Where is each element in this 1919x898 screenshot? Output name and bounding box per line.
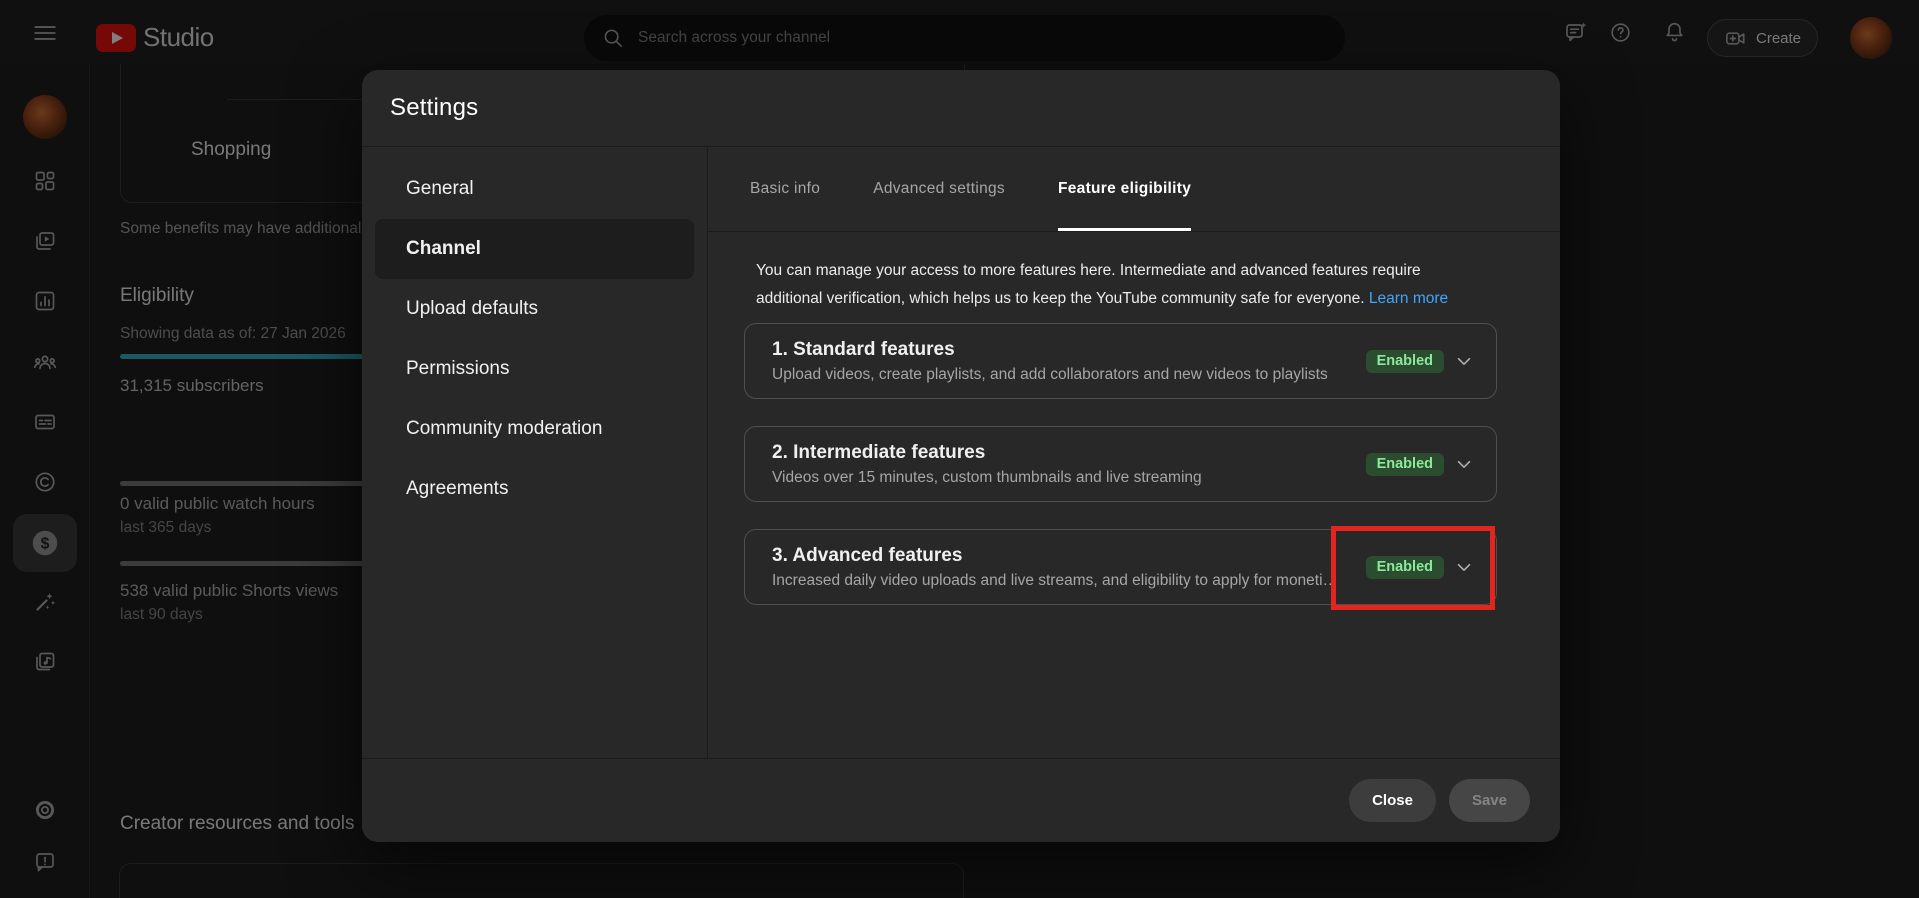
feature-text: 3. Advanced features Increased daily vid…	[772, 545, 1366, 590]
tab-feature-eligibility[interactable]: Feature eligibility	[1057, 147, 1192, 231]
close-button[interactable]: Close	[1349, 779, 1436, 822]
feature-subtitle: Increased daily video uploads and live s…	[772, 571, 1339, 589]
tab-basic-info[interactable]: Basic info	[750, 147, 820, 231]
learn-more-link[interactable]: Learn more	[1369, 290, 1448, 307]
dialog-title: Settings	[390, 94, 479, 121]
nav-item-general[interactable]: General	[375, 159, 694, 219]
feature-eligibility-panel: You can manage your access to more featu…	[708, 232, 1560, 610]
channel-settings-tabs: Basic info Advanced settings Feature eli…	[708, 147, 1560, 232]
status-badge: Enabled	[1365, 452, 1444, 476]
dialog-footer: Close Save	[362, 758, 1560, 842]
save-button[interactable]: Save	[1448, 779, 1530, 822]
tab-advanced-settings[interactable]: Advanced settings	[873, 147, 1005, 231]
youtube-studio-app: Studio Search across your channel Create	[0, 0, 1919, 898]
nav-item-permissions[interactable]: Permissions	[375, 339, 694, 399]
standard-features-row[interactable]: 1. Standard features Upload videos, crea…	[744, 323, 1497, 399]
feature-title: 2. Intermediate features	[772, 441, 986, 463]
feature-eligibility-description: You can manage your access to more featu…	[756, 257, 1468, 313]
chevron-down-icon[interactable]	[1453, 556, 1475, 578]
description-text: You can manage your access to more featu…	[756, 262, 1421, 307]
dialog-header: Settings	[362, 70, 1560, 147]
settings-nav: General Channel Upload defaults Permissi…	[362, 147, 708, 758]
feature-subtitle: Videos over 15 minutes, custom thumbnail…	[772, 468, 1202, 486]
chevron-down-icon[interactable]	[1453, 350, 1475, 372]
nav-item-community-moderation[interactable]: Community moderation	[375, 399, 694, 459]
feature-title: 1. Standard features	[772, 338, 955, 360]
nav-item-channel[interactable]: Channel	[375, 219, 694, 279]
feature-subtitle: Upload videos, create playlists, and add…	[772, 365, 1328, 383]
feature-status: Enabled	[1365, 555, 1475, 579]
feature-status: Enabled	[1365, 349, 1475, 373]
feature-text: 2. Intermediate features Videos over 15 …	[772, 442, 1366, 487]
advanced-features-row[interactable]: 3. Advanced features Increased daily vid…	[744, 526, 1497, 610]
intermediate-features-row[interactable]: 2. Intermediate features Videos over 15 …	[744, 426, 1497, 502]
status-badge: Enabled	[1365, 555, 1444, 579]
feature-status: Enabled	[1365, 452, 1475, 476]
settings-dialog: Settings General Channel Upload defaults…	[362, 70, 1560, 842]
feature-title: 3. Advanced features	[772, 544, 963, 566]
feature-text: 1. Standard features Upload videos, crea…	[772, 339, 1366, 384]
status-badge: Enabled	[1365, 349, 1444, 373]
nav-item-agreements[interactable]: Agreements	[375, 459, 694, 519]
nav-item-upload-defaults[interactable]: Upload defaults	[375, 279, 694, 339]
chevron-down-icon[interactable]	[1453, 453, 1475, 475]
